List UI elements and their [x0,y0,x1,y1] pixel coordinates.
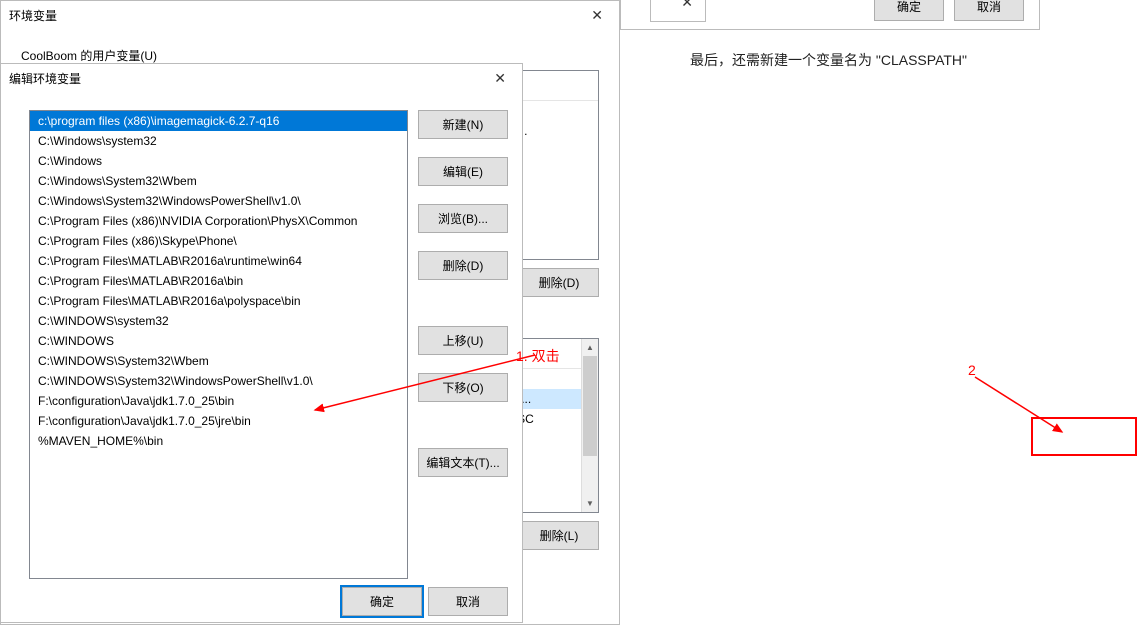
dialog-title: 环境变量 [9,7,57,24]
list-item[interactable]: C:\WINDOWS\system32 [30,311,407,331]
close-icon[interactable]: ✕ [486,68,514,89]
list-item[interactable]: C:\Program Files (x86)\Skype\Phone\ [30,231,407,251]
delete-button[interactable]: 删除(D) [418,251,508,280]
list-item[interactable]: C:\Program Files\MATLAB\R2016a\bin [30,271,407,291]
list-item[interactable]: C:\Windows\system32 [30,131,407,151]
scroll-thumb[interactable] [583,356,597,456]
list-item[interactable]: %MAVEN_HOME%\bin [30,431,407,451]
path-list[interactable]: c:\program files (x86)\imagemagick-6.2.7… [29,110,408,579]
scroll-down-icon[interactable]: ▼ [582,495,598,512]
user-vars-label: CoolBoom 的用户变量(U) [21,47,599,64]
list-item[interactable]: c:\program files (x86)\imagemagick-6.2.7… [30,111,407,131]
move-down-button[interactable]: 下移(O) [418,373,508,402]
delete-sys-button[interactable]: 删除(L) [519,521,599,550]
background-text: 最后，还需新建一个变量名为 "CLASSPATH" [690,50,967,70]
list-item[interactable]: C:\Program Files\MATLAB\R2016a\polyspace… [30,291,407,311]
list-item[interactable]: C:\Windows\System32\Wbem [30,171,407,191]
list-item[interactable]: C:\Program Files (x86)\NVIDIA Corporatio… [30,211,407,231]
titlebar: 环境变量 ✕ [1,1,619,29]
scrollbar[interactable]: ▲ ▼ [581,339,598,512]
list-item[interactable]: C:\WINDOWS [30,331,407,351]
background-close-fragment: ✕ [650,0,706,22]
bg-cancel-button[interactable]: 取消 [954,0,1024,21]
list-item[interactable]: C:\Windows\System32\WindowsPowerShell\v1… [30,191,407,211]
ok-button[interactable]: 确定 [342,587,422,616]
delete-user-button[interactable]: 删除(D) [519,268,599,297]
bg-ok-button[interactable]: 确定 [874,0,944,21]
list-item[interactable]: C:\Program Files\MATLAB\R2016a\runtime\w… [30,251,407,271]
cancel-button[interactable]: 取消 [428,587,508,616]
annotation-label-2: 2 [968,362,976,378]
move-up-button[interactable]: 上移(U) [418,326,508,355]
browse-button[interactable]: 浏览(B)... [418,204,508,233]
list-item[interactable]: C:\WINDOWS\System32\Wbem [30,351,407,371]
list-item[interactable]: C:\Windows [30,151,407,171]
edit-text-button[interactable]: 编辑文本(T)... [418,448,508,477]
scroll-up-icon[interactable]: ▲ [582,339,598,356]
edit-env-var-dialog: 编辑环境变量 ✕ c:\program files (x86)\imagemag… [0,63,523,623]
close-icon[interactable]: ✕ [583,5,611,26]
list-item[interactable]: F:\configuration\Java\jdk1.7.0_25\bin [30,391,407,411]
edit-button[interactable]: 编辑(E) [418,157,508,186]
titlebar: 编辑环境变量 ✕ [1,64,522,92]
list-item[interactable]: F:\configuration\Java\jdk1.7.0_25\jre\bi… [30,411,407,431]
close-icon[interactable]: ✕ [673,0,701,13]
annotation-red-box [1031,417,1137,456]
new-button[interactable]: 新建(N) [418,110,508,139]
annotation-arrow-2 [970,372,1110,447]
dialog-title: 编辑环境变量 [9,70,81,87]
list-item[interactable]: C:\WINDOWS\System32\WindowsPowerShell\v1… [30,371,407,391]
